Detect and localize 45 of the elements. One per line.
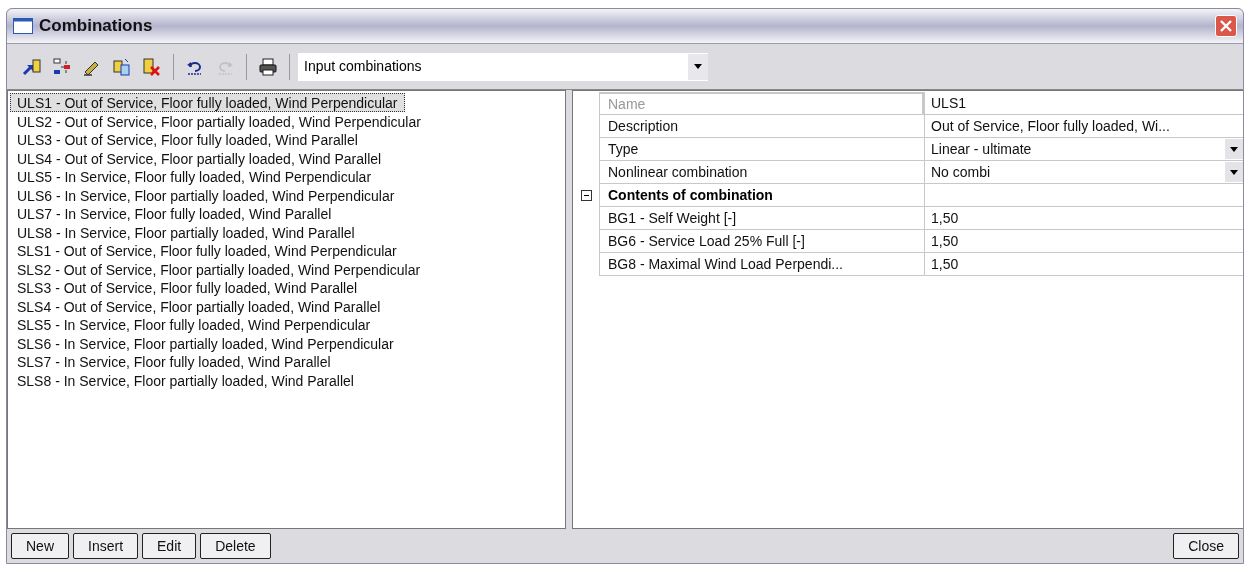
property-value[interactable]: Linear - ultimate — [925, 138, 1225, 160]
list-item[interactable]: SLS4 - Out of Service, Floor partially loaded, Wind Parallel — [10, 296, 388, 315]
list-item[interactable]: SLS3 - Out of Service, Floor fully loaded, Wind Parallel — [10, 278, 365, 297]
dialog-button[interactable]: Close — [1173, 533, 1239, 559]
property-label: Name — [599, 92, 924, 115]
dropdown-arrow-icon — [694, 64, 702, 69]
list-item[interactable]: ULS2 - Out of Service, Floor partially loaded, Wind Perpendicular — [10, 111, 428, 130]
property-value[interactable]: 1,50 — [925, 253, 1243, 275]
list-item[interactable]: ULS8 - In Service, Floor partially loaded, Wind Parallel — [10, 222, 362, 241]
close-icon[interactable] — [1215, 15, 1237, 37]
property-label: BG1 - Self Weight [-] — [599, 207, 924, 230]
property-value[interactable]: 1,50 — [925, 230, 1243, 252]
property-label: Nonlinear combination — [599, 161, 924, 184]
list-item[interactable]: SLS8 - In Service, Floor partially loaded, Wind Parallel — [10, 370, 361, 389]
list-item[interactable]: ULS5 - In Service, Floor fully loaded, Wind Perpendicular — [10, 167, 379, 186]
list-item[interactable]: SLS1 - Out of Service, Floor fully loaded, Wind Perpendicular — [10, 241, 404, 260]
property-label: BG8 - Maximal Wind Load Perpendi... — [599, 253, 924, 276]
caret-icon — [1230, 169, 1238, 175]
property-value[interactable]: No combi — [925, 161, 1225, 183]
list-item[interactable]: ULS4 - Out of Service, Floor partially loaded, Wind Parallel — [10, 148, 389, 167]
dropdown-button[interactable] — [1225, 139, 1243, 159]
list-item[interactable]: ULS1 - Out of Service, Floor fully loaded, Wind Perpendicular — [10, 93, 405, 112]
dropdown-button[interactable] — [1225, 162, 1243, 182]
property-label: Type — [599, 138, 924, 161]
property-label: Contents of combination — [599, 184, 924, 207]
list-item[interactable]: ULS3 - Out of Service, Floor fully loaded, Wind Parallel — [10, 130, 365, 149]
window-icon — [13, 18, 33, 34]
list-item[interactable]: ULS6 - In Service, Floor partially loaded, Wind Perpendicular — [10, 185, 402, 204]
view-dropdown[interactable]: Input combinations — [298, 52, 708, 81]
property-value[interactable]: 1,50 — [925, 207, 1243, 229]
window-title: Combinations — [39, 15, 153, 38]
list-item[interactable]: ULS7 - In Service, Floor fully loaded, Wind Parallel — [10, 204, 339, 223]
dialog-button[interactable]: Delete — [200, 533, 271, 559]
property-label: Description — [599, 115, 924, 138]
collapse-icon[interactable] — [580, 190, 592, 201]
property-value[interactable]: Out of Service, Floor fully loaded, Wi... — [925, 115, 1243, 137]
caret-icon — [1230, 146, 1238, 152]
dialog-button[interactable]: New — [11, 533, 69, 559]
dialog-button[interactable]: Insert — [73, 533, 139, 559]
list-item[interactable]: SLS7 - In Service, Floor fully loaded, Wind Parallel — [10, 352, 338, 371]
dialog-button[interactable]: Edit — [142, 533, 197, 559]
property-label: BG6 - Service Load 25% Full [-] — [599, 230, 924, 253]
list-item[interactable]: SLS5 - In Service, Floor fully loaded, Wind Perpendicular — [10, 315, 378, 334]
list-item[interactable]: SLS6 - In Service, Floor partially loaded, Wind Perpendicular — [10, 333, 401, 352]
list-item[interactable]: SLS2 - Out of Service, Floor partially loaded, Wind Perpendicular — [10, 259, 428, 278]
